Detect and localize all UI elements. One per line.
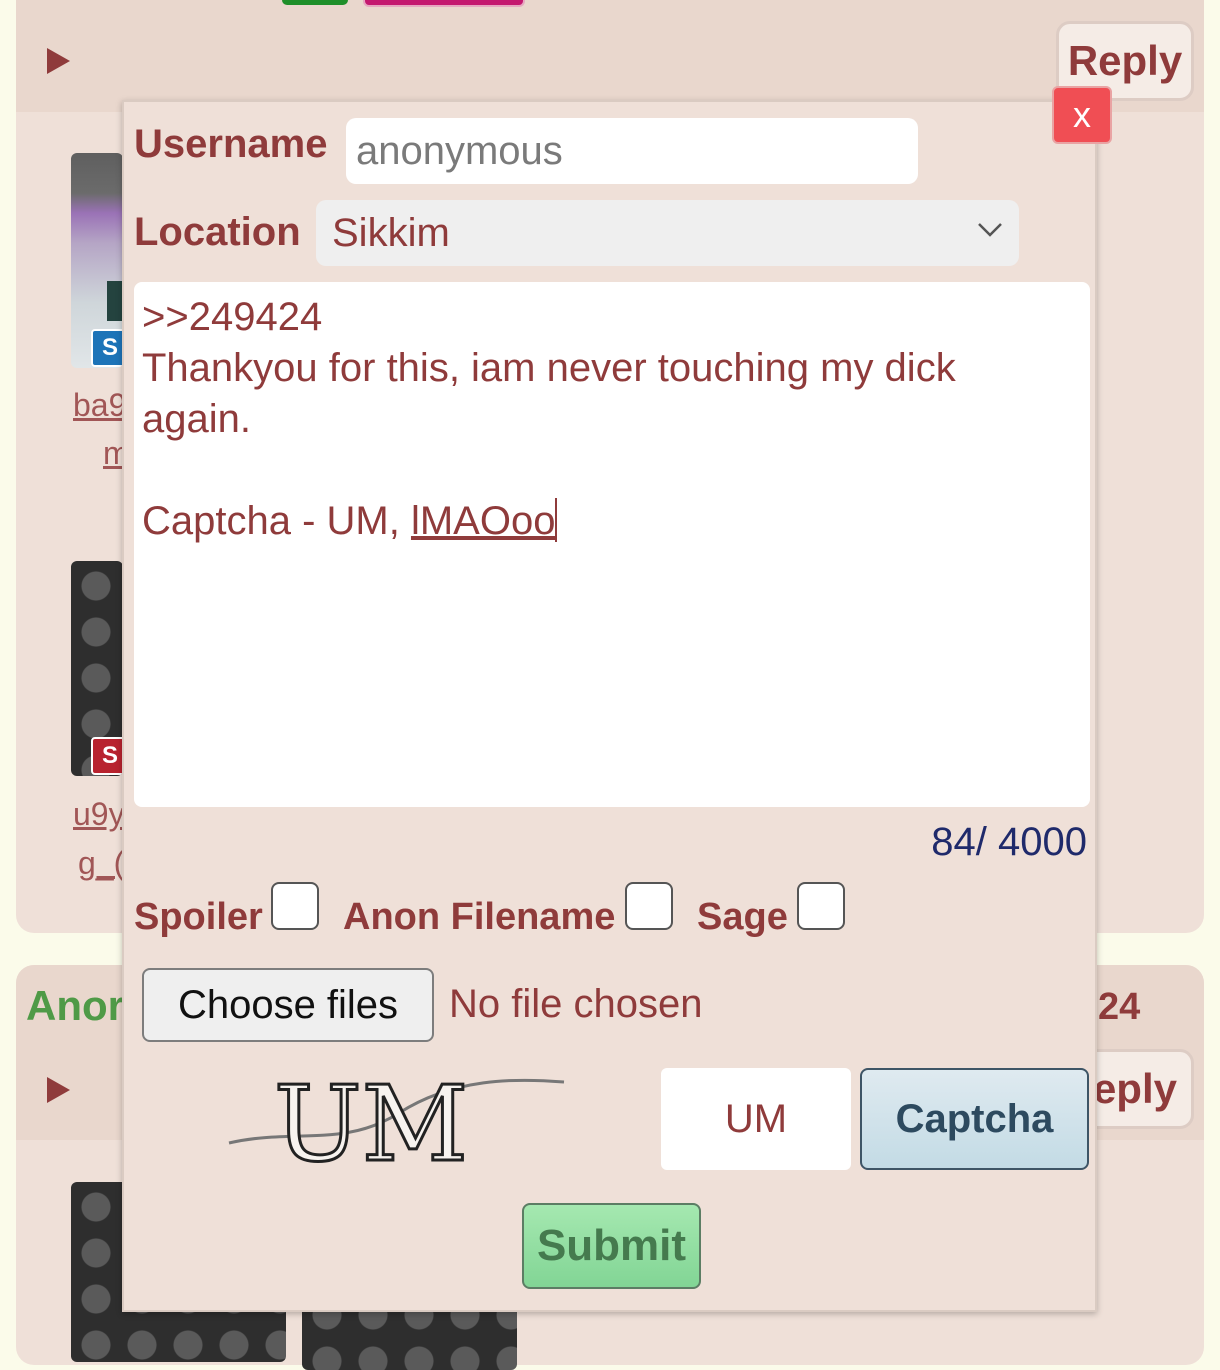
anon-filename-label: Anon Filename: [343, 896, 616, 938]
post-flag-badge: [282, 0, 348, 5]
submit-button[interactable]: Submit: [522, 1203, 701, 1289]
sage-checkbox[interactable]: [797, 882, 845, 930]
chevron-down-icon: [978, 223, 1002, 237]
captcha-glyphs: UM: [274, 1068, 468, 1178]
file-status-text: No file chosen: [449, 982, 703, 1026]
message-line: Captcha - UM,: [142, 499, 411, 543]
location-select[interactable]: Sikkim: [316, 200, 1019, 266]
captcha-input[interactable]: [661, 1068, 851, 1170]
thumbnail-detail: [107, 281, 123, 321]
spoiler-checkbox[interactable]: [271, 882, 319, 930]
username-input[interactable]: [346, 118, 918, 184]
username-label: Username: [134, 122, 328, 166]
character-counter: 84/ 4000: [931, 820, 1087, 864]
text-caret: [555, 498, 558, 542]
choose-files-button[interactable]: Choose files: [142, 968, 434, 1042]
message-line: again.: [142, 397, 251, 441]
expand-post-icon[interactable]: [47, 48, 70, 74]
sage-label: Sage: [697, 896, 788, 938]
spellcheck-underlined-word: lMAOoo: [410, 499, 556, 543]
attachment-thumbnail[interactable]: S: [71, 153, 123, 368]
expand-post-icon[interactable]: [47, 1077, 70, 1103]
post-number[interactable]: 24: [1098, 986, 1140, 1029]
reply-form: Username Location Sikkim >>249424 Thanky…: [122, 100, 1097, 1312]
message-line: Thankyou for this, iam never touching my…: [142, 346, 956, 390]
captcha-refresh-button[interactable]: Captcha: [860, 1068, 1089, 1170]
poster-name: Anor: [26, 982, 124, 1029]
attachment-filename[interactable]: u9y: [73, 796, 125, 833]
location-label: Location: [134, 210, 301, 254]
location-value: Sikkim: [332, 210, 450, 255]
file-type-icon: S: [91, 329, 123, 367]
attachment-filename[interactable]: ba9: [73, 387, 126, 424]
message-textarea[interactable]: >>249424 Thankyou for this, iam never to…: [134, 282, 1090, 807]
file-type-icon: S: [91, 737, 123, 775]
captcha-image: UM: [228, 1068, 565, 1178]
close-form-button[interactable]: x: [1052, 86, 1112, 144]
post-tag-badge: [363, 0, 525, 7]
attachment-thumbnail[interactable]: S: [71, 561, 123, 776]
message-quote-line: >>249424: [142, 295, 323, 339]
spoiler-label: Spoiler: [134, 896, 263, 938]
post-header: [16, 0, 1204, 112]
anon-filename-checkbox[interactable]: [625, 882, 673, 930]
